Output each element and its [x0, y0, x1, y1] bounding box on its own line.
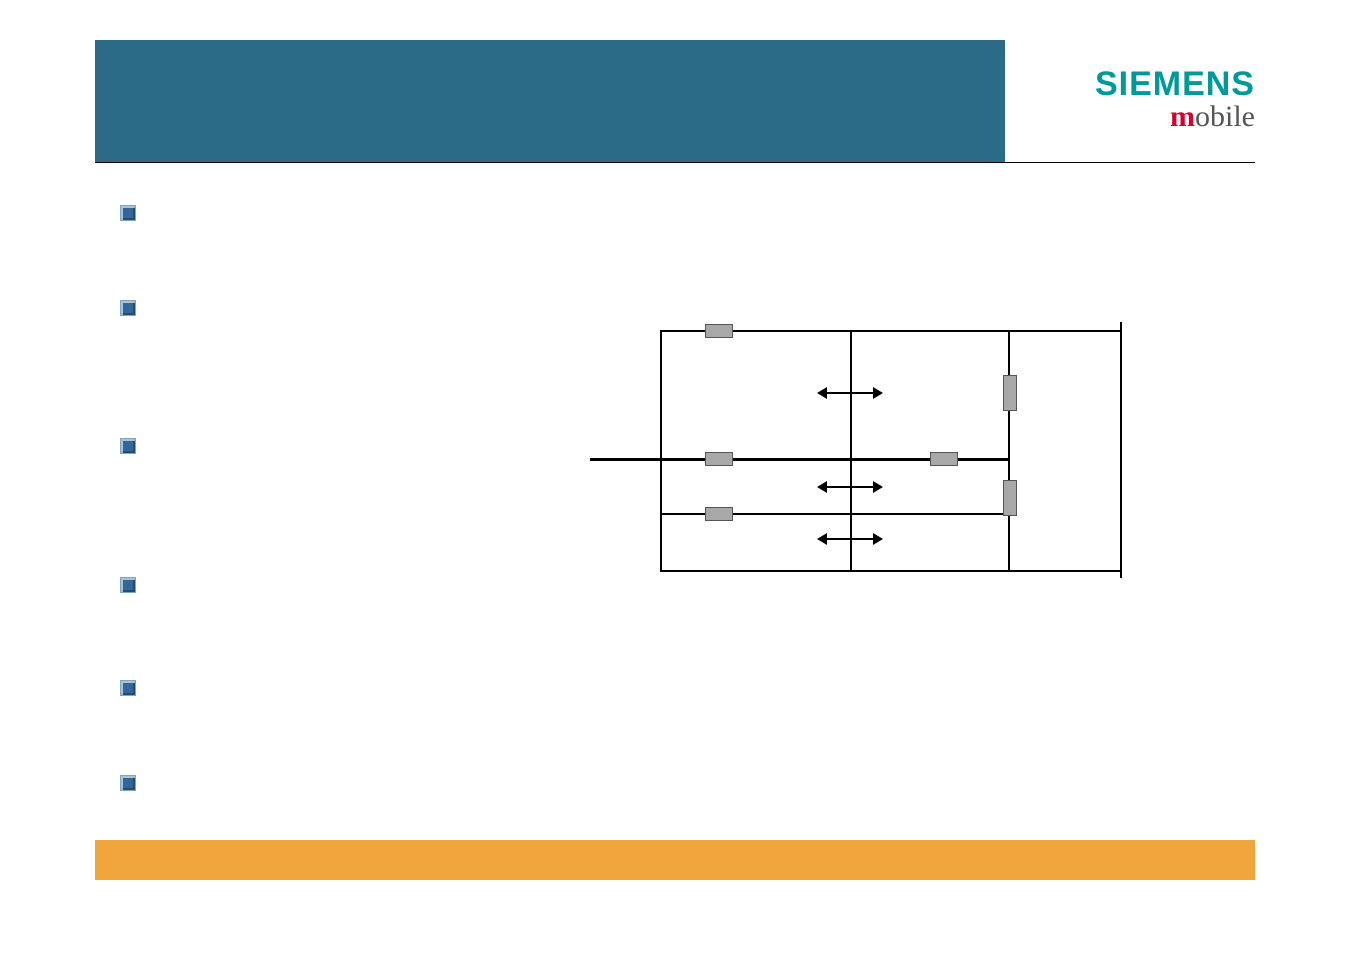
slide: SIEMENS mobile — [95, 40, 1255, 880]
diagram-node — [705, 507, 733, 521]
diagram-edge — [1008, 330, 1010, 570]
diagram-edge — [660, 570, 1120, 572]
diagram-node — [1003, 480, 1017, 516]
footer-bar — [95, 840, 1255, 880]
logo-subbrand: mobile — [1025, 100, 1255, 134]
logo-sub-m: m — [1170, 100, 1195, 133]
bullet-icon — [120, 577, 136, 593]
bullet-icon — [120, 205, 136, 221]
header-divider — [95, 162, 1255, 163]
diagram-node — [705, 452, 733, 466]
slide-body — [95, 180, 1255, 840]
title-bar — [95, 40, 1005, 162]
diagram-edge — [850, 330, 852, 570]
logo-sub-rest: obile — [1195, 100, 1255, 133]
logo: SIEMENS mobile — [1025, 65, 1255, 145]
diagram-node — [705, 324, 733, 338]
bullet-icon — [120, 680, 136, 696]
bullet-icon — [120, 438, 136, 454]
double-arrow-icon — [825, 486, 875, 488]
diagram — [590, 330, 1210, 610]
diagram-node — [930, 452, 958, 466]
diagram-edge — [660, 330, 662, 570]
logo-brand: SIEMENS — [1025, 65, 1255, 104]
double-arrow-icon — [825, 538, 875, 540]
page: SIEMENS mobile — [0, 0, 1351, 954]
double-arrow-icon — [825, 392, 875, 394]
diagram-edge — [1120, 322, 1122, 578]
bullet-icon — [120, 300, 136, 316]
bullet-icon — [120, 775, 136, 791]
diagram-node — [1003, 375, 1017, 411]
